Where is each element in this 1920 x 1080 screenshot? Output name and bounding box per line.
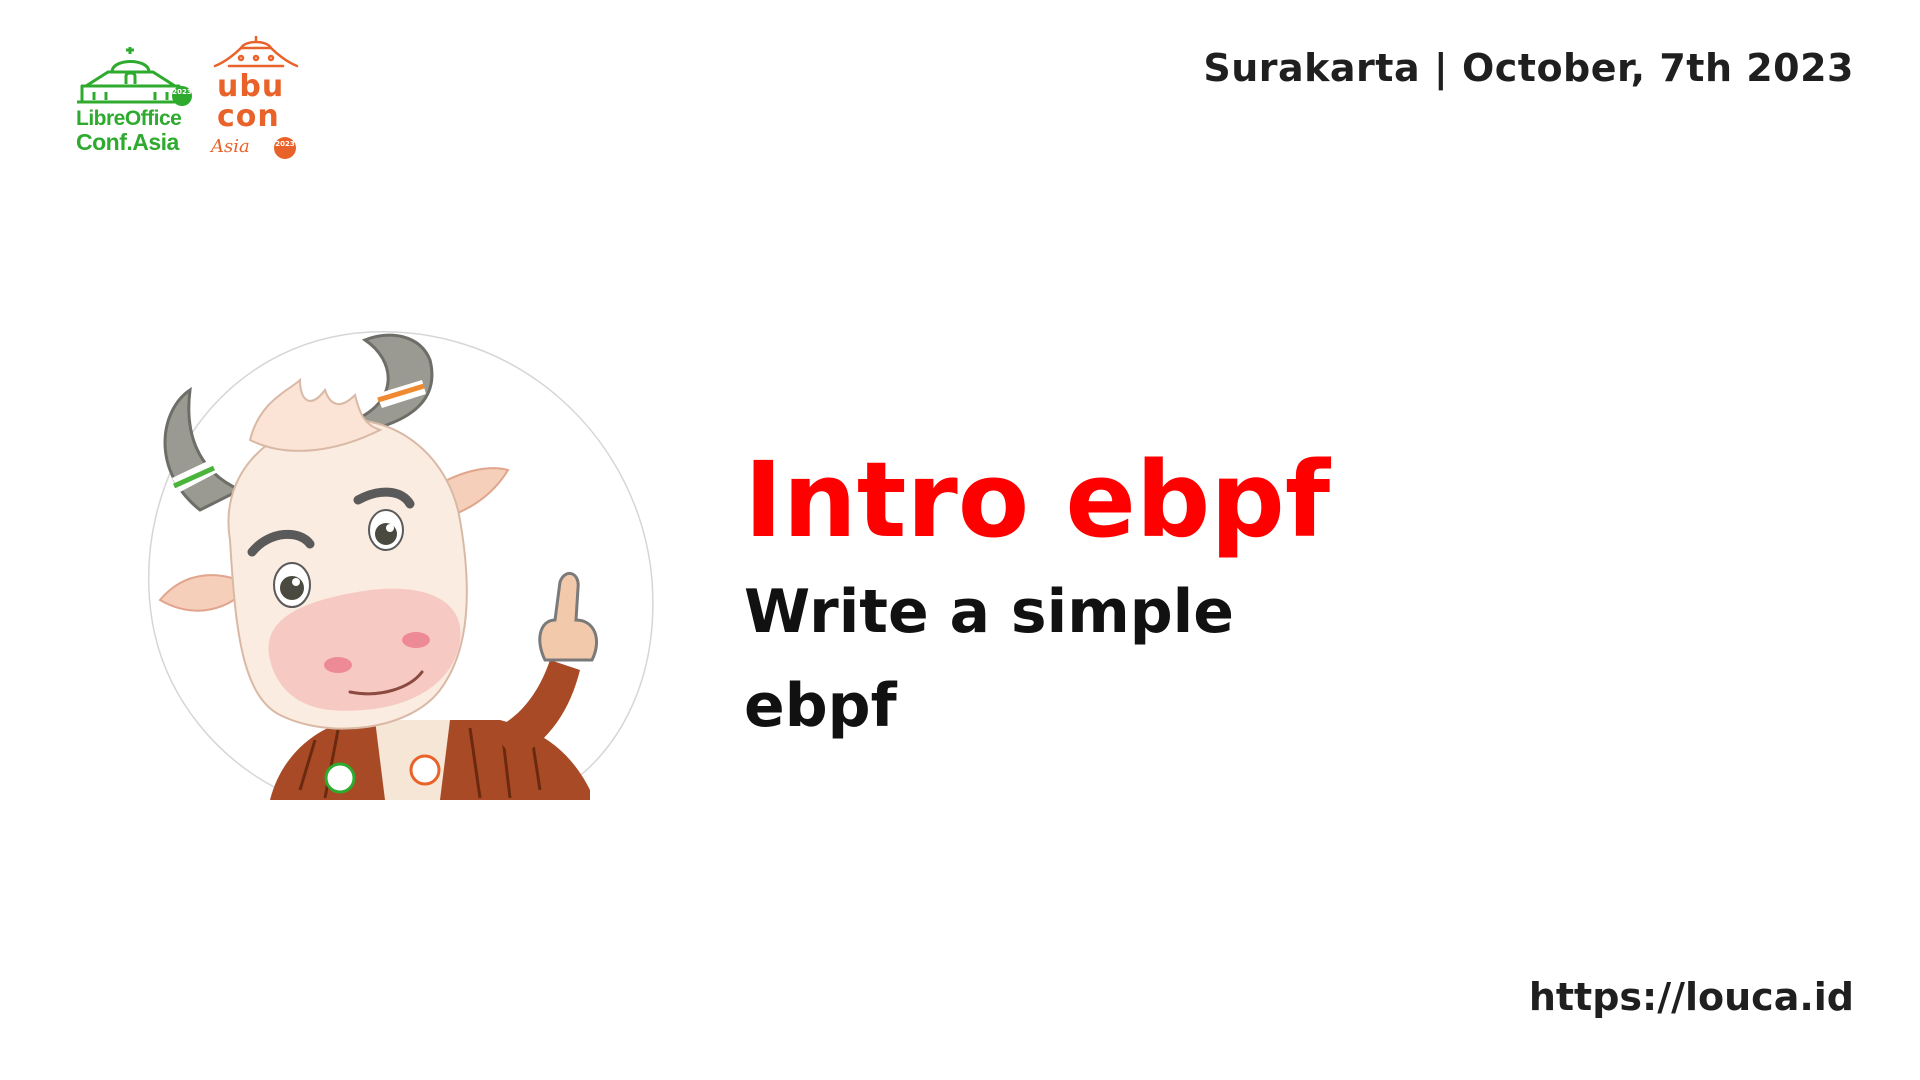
logo-text-con: con <box>217 99 280 134</box>
mascot-illustration <box>140 320 680 800</box>
logo-text-asia: Asia <box>211 136 250 157</box>
logo-text-line2: Conf.Asia <box>76 129 179 155</box>
libreoffice-conf-asia-logo: 2023 LibreOffice Conf.Asia <box>74 44 199 164</box>
logo-text-line1: LibreOffice <box>76 107 182 130</box>
year-badge: 2023 <box>274 137 296 159</box>
website-url: https://louca.id <box>1528 975 1854 1019</box>
slide-subtitle: Write a simple ebpf <box>744 577 1234 741</box>
event-location-date: Surakarta | October, 7th 2023 <box>1203 46 1854 90</box>
year-badge: 2023 <box>172 86 192 106</box>
ubucon-asia-logo: ubu con Asia 2023 <box>211 34 301 166</box>
cow-mascot-icon <box>147 331 654 800</box>
temple-roof-icon <box>213 34 299 68</box>
slide: 2023 LibreOffice Conf.Asia ubu con Asia … <box>0 0 1920 1080</box>
logo-text-ubu: ubu <box>217 69 285 104</box>
slide-title: Intro ebpf <box>744 439 1331 561</box>
